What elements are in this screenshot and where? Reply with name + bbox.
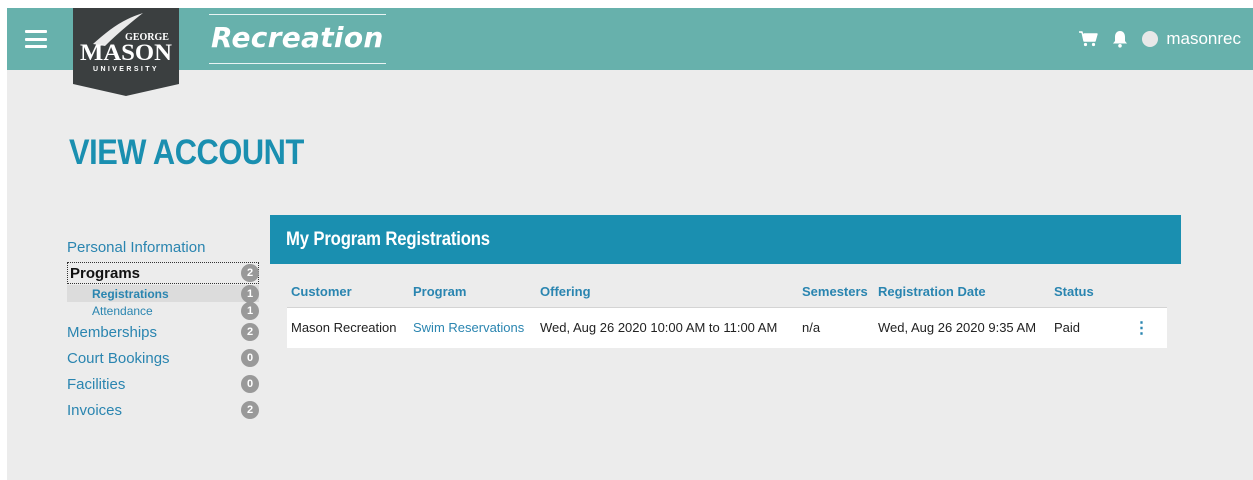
page-frame: Recreation masonrec GEORGE MASON UNIVERS…	[7, 8, 1253, 480]
count-badge: 1	[241, 301, 259, 320]
avatar-icon[interactable]	[1142, 31, 1159, 47]
count-badge: 0	[241, 349, 259, 367]
brand-title-text: Recreation	[211, 21, 384, 54]
logo-bottom-text: UNIVERSITY	[93, 66, 159, 73]
top-right-actions: masonrec	[1079, 8, 1241, 70]
sidebar-item-invoices[interactable]: Invoices 2	[67, 397, 259, 423]
sidebar-item-label: Court Bookings	[67, 349, 170, 367]
table-row: Mason Recreation Swim Reservations Wed, …	[287, 307, 1167, 348]
sidebar-item-label: Programs	[70, 264, 141, 282]
brand-title[interactable]: Recreation	[209, 14, 386, 64]
cart-icon[interactable]	[1079, 31, 1099, 47]
count-badge: 2	[241, 323, 259, 341]
page-title: VIEW ACCOUNT	[69, 133, 304, 172]
sidebar-item-label: Memberships	[67, 323, 158, 341]
sidebar-item-memberships[interactable]: Memberships 2	[67, 319, 259, 345]
cell-offering: Wed, Aug 26 2020 10:00 AM to 11:00 AM	[536, 307, 798, 348]
sidebar-item-programs[interactable]: Programs 2	[67, 262, 259, 284]
cell-customer: Mason Recreation	[287, 307, 409, 348]
count-badge: 2	[241, 401, 259, 419]
column-header-status: Status	[1050, 284, 1112, 308]
panel-header: My Program Registrations	[270, 215, 1181, 264]
registrations-table: Customer Program Offering Semesters Regi…	[287, 284, 1167, 348]
column-header-registration-date: Registration Date	[874, 284, 1050, 308]
menu-icon[interactable]	[25, 30, 47, 48]
table-header-row: Customer Program Offering Semesters Regi…	[287, 284, 1167, 308]
university-logo[interactable]: GEORGE MASON UNIVERSITY	[73, 8, 179, 96]
sidebar-item-label: Attendance	[92, 303, 153, 318]
count-badge: 0	[241, 375, 259, 393]
count-badge: 1	[241, 284, 259, 303]
logo-main-text: MASON	[80, 40, 172, 65]
column-header-semesters: Semesters	[798, 284, 874, 308]
cell-program-link[interactable]: Swim Reservations	[409, 307, 536, 348]
sidebar-item-label: Invoices	[67, 401, 123, 419]
bell-icon[interactable]	[1112, 30, 1128, 48]
column-header-customer: Customer	[287, 284, 409, 308]
cell-semesters: n/a	[798, 307, 874, 348]
sidebar-item-label: Personal Information	[67, 238, 206, 256]
column-header-offering: Offering	[536, 284, 798, 308]
sidebar-item-label: Facilities	[67, 375, 126, 393]
sidebar-item-facilities[interactable]: Facilities 0	[67, 371, 259, 397]
sidebar-subitem-registrations[interactable]: Registrations 1	[67, 284, 259, 303]
sidebar-item-personal-information[interactable]: Personal Information	[67, 236, 259, 258]
sidebar-subitem-attendance[interactable]: Attendance 1	[67, 301, 259, 320]
registrations-panel: My Program Registrations Customer Progra…	[270, 215, 1181, 348]
sidebar-item-label: Registrations	[92, 286, 169, 301]
column-header-actions	[1112, 284, 1167, 308]
more-options-icon[interactable]: ⋮	[1112, 307, 1167, 348]
cell-status: Paid	[1050, 307, 1112, 348]
count-badge: 2	[241, 264, 259, 282]
sidebar-item-court-bookings[interactable]: Court Bookings 0	[67, 345, 259, 371]
column-header-program: Program	[409, 284, 536, 308]
top-bar: Recreation masonrec	[7, 8, 1253, 70]
panel-title: My Program Registrations	[286, 228, 490, 250]
username-link[interactable]: masonrec	[1166, 29, 1241, 49]
account-sidebar: Personal Information Programs 2 Registra…	[67, 236, 259, 423]
cell-registration-date: Wed, Aug 26 2020 9:35 AM	[874, 307, 1050, 348]
